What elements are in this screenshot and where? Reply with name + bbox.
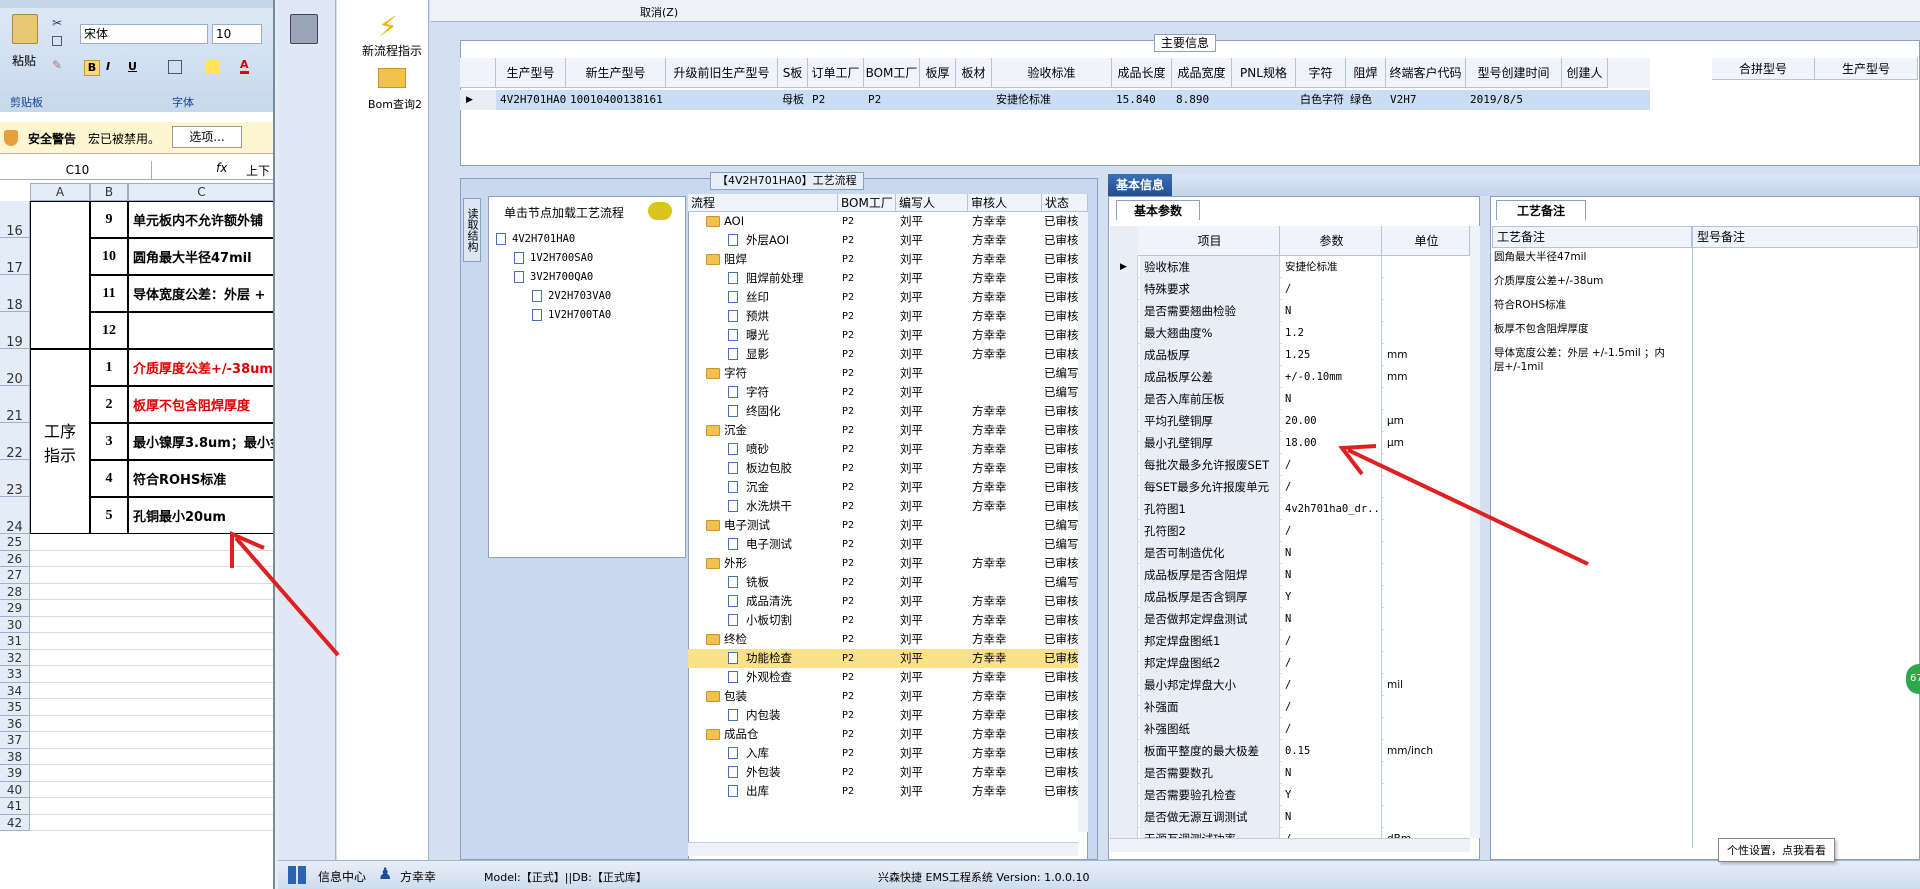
arrow-right (1347, 448, 1589, 566)
arrow-left (234, 536, 340, 657)
annotation-arrows (230, 444, 1589, 657)
